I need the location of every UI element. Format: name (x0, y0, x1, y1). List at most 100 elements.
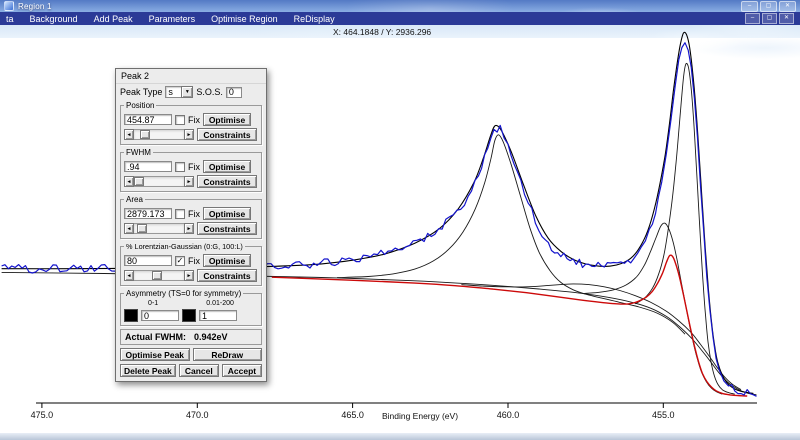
title-bar[interactable]: Region 1 – ▢ ✕ (0, 0, 800, 12)
position-optimise-button[interactable]: Optimise (203, 113, 251, 126)
lorentzian-gaussian-input[interactable]: 80 (124, 255, 172, 266)
fwhm-constraints-button[interactable]: Constraints (197, 175, 257, 188)
menu-item-add-peak[interactable]: Add Peak (94, 14, 133, 24)
child-window-controls: – ▢ ✕ (745, 13, 794, 24)
position-slider[interactable]: ◄ ► (124, 129, 194, 140)
fwhm-slider-track[interactable] (134, 176, 184, 187)
maximize-button[interactable]: ▢ (760, 0, 777, 12)
asymmetry-range-2-label: 0.01-200 (206, 300, 234, 307)
menu-item-background[interactable]: Background (30, 14, 78, 24)
menu-item-ta[interactable]: ta (6, 14, 14, 24)
fwhm-group: FWHM .94 Fix Optimise ◄ ► Constraints (120, 148, 262, 192)
arrow-right-icon[interactable]: ► (184, 223, 194, 234)
area-constraints-button[interactable]: Constraints (197, 222, 257, 235)
position-fix-checkbox[interactable] (175, 114, 185, 125)
x-tick-label: 465.0 (341, 410, 364, 420)
fwhm-slider[interactable]: ◄ ► (124, 176, 194, 187)
arrow-left-icon[interactable]: ◄ (124, 223, 134, 234)
actual-fwhm-box: Actual FWHM: 0.942eV (120, 329, 262, 345)
window-bottom-edge (0, 433, 800, 440)
menu-bar: ta Background Add Peak Parameters Optimise R… (0, 12, 800, 25)
series-component-1 (337, 134, 686, 335)
arrow-right-icon[interactable]: ► (184, 270, 194, 281)
position-fix-label: Fix (188, 114, 200, 125)
lorentzian-gaussian-slider-thumb[interactable] (152, 271, 162, 280)
peak-type-select[interactable]: s ▼ (165, 86, 194, 98)
x-tick-label: 455.0 (652, 410, 675, 420)
window-icon (4, 1, 14, 11)
child-restore-button[interactable]: ▢ (762, 13, 777, 24)
peak-dialog: Peak 2 Peak Type s ▼ S.O.S. 0 Position 4… (115, 68, 267, 382)
close-button[interactable]: ✕ (779, 0, 796, 12)
asymmetry-swatch-2[interactable] (182, 309, 196, 322)
peak-type-row: Peak Type s ▼ S.O.S. 0 (120, 86, 262, 98)
area-fix-label: Fix (188, 208, 200, 219)
child-minimize-button[interactable]: – (745, 13, 760, 24)
actual-fwhm-label: Actual FWHM: (125, 332, 186, 342)
position-group: Position 454.87 Fix Optimise ◄ ► Constra… (120, 101, 262, 145)
asymmetry-swatch-1[interactable] (124, 309, 138, 322)
arrow-left-icon[interactable]: ◄ (124, 129, 134, 140)
x-tick-label: 470.0 (186, 410, 209, 420)
lorentzian-gaussian-legend: % Lorentzian-Gaussian (0:G, 100:L) (126, 242, 243, 251)
menu-item-parameters[interactable]: Parameters (149, 14, 196, 24)
redraw-button[interactable]: ReDraw (192, 348, 262, 361)
application-window: Region 1 – ▢ ✕ ta Background Add Peak Param… (0, 0, 800, 440)
lorentzian-gaussian-fix-checkbox[interactable]: ✓ (175, 255, 185, 266)
child-close-button[interactable]: ✕ (779, 13, 794, 24)
position-slider-track[interactable] (134, 129, 184, 140)
sos-label: S.O.S. (196, 87, 223, 97)
area-slider-thumb[interactable] (136, 224, 147, 233)
area-fix-checkbox[interactable] (175, 208, 185, 219)
menu-item-optimise-region[interactable]: Optimise Region (211, 14, 278, 24)
position-legend: Position (126, 101, 155, 110)
optimise-peak-button[interactable]: Optimise Peak (120, 348, 190, 361)
lorentzian-gaussian-slider[interactable]: ◄ ► (124, 270, 194, 281)
lorentzian-gaussian-slider-track[interactable] (134, 270, 184, 281)
minimize-button[interactable]: – (741, 0, 758, 12)
position-input[interactable]: 454.87 (124, 114, 172, 125)
asymmetry-input-1[interactable]: 0 (141, 310, 179, 321)
asymmetry-range-1-label: 0-1 (148, 300, 159, 307)
dialog-title[interactable]: Peak 2 (116, 69, 266, 84)
fwhm-fix-checkbox[interactable] (175, 161, 185, 172)
lorentzian-gaussian-fix-label: Fix (188, 255, 200, 266)
area-optimise-button[interactable]: Optimise (203, 207, 251, 220)
menu-items: ta Background Add Peak Parameters Optimise R… (6, 14, 335, 24)
fwhm-slider-thumb[interactable] (134, 177, 144, 186)
x-tick-label: 460.0 (497, 410, 520, 420)
peak-type-value: s (165, 86, 182, 98)
area-group: Area 2879.173 Fix Optimise ◄ ► Constrain… (120, 195, 262, 239)
arrow-left-icon[interactable]: ◄ (124, 176, 134, 187)
window-title: Region 1 (18, 1, 52, 11)
area-slider[interactable]: ◄ ► (124, 223, 194, 234)
position-slider-thumb[interactable] (140, 130, 151, 139)
dialog-body: Peak Type s ▼ S.O.S. 0 Position 454.87 F… (116, 84, 266, 381)
lorentzian-gaussian-group: % Lorentzian-Gaussian (0:G, 100:L) 80 ✓ … (120, 242, 262, 286)
accept-button[interactable]: Accept (221, 364, 263, 377)
x-tick-label: 475.0 (31, 410, 54, 420)
fwhm-fix-label: Fix (188, 161, 200, 172)
lorentzian-gaussian-optimise-button[interactable]: Optimise (203, 254, 251, 267)
cancel-button[interactable]: Cancel (178, 364, 219, 377)
lorentzian-gaussian-constraints-button[interactable]: Constraints (197, 269, 257, 282)
arrow-right-icon[interactable]: ► (184, 129, 194, 140)
fwhm-optimise-button[interactable]: Optimise (203, 160, 251, 173)
area-slider-track[interactable] (134, 223, 184, 234)
x-axis-title: Binding Energy (eV) (382, 411, 458, 421)
area-input[interactable]: 2879.173 (124, 208, 172, 219)
position-constraints-button[interactable]: Constraints (197, 128, 257, 141)
asymmetry-legend: Asymmetry (TS=0 for symmetry) (126, 289, 242, 298)
sos-input[interactable]: 0 (225, 86, 242, 98)
asymmetry-group: Asymmetry (TS=0 for symmetry) 0-1 0.01-2… (120, 289, 262, 326)
asymmetry-input-2[interactable]: 1 (199, 310, 237, 321)
delete-peak-button[interactable]: Delete Peak (120, 364, 176, 377)
fwhm-input[interactable]: .94 (124, 161, 172, 172)
fwhm-legend: FWHM (126, 148, 151, 157)
peak-type-label: Peak Type (120, 87, 163, 97)
arrow-left-icon[interactable]: ◄ (124, 270, 134, 281)
series-component-broad (461, 283, 742, 391)
menu-item-redisplay[interactable]: ReDisplay (294, 14, 335, 24)
arrow-right-icon[interactable]: ► (184, 176, 194, 187)
chevron-down-icon[interactable]: ▼ (181, 86, 194, 98)
